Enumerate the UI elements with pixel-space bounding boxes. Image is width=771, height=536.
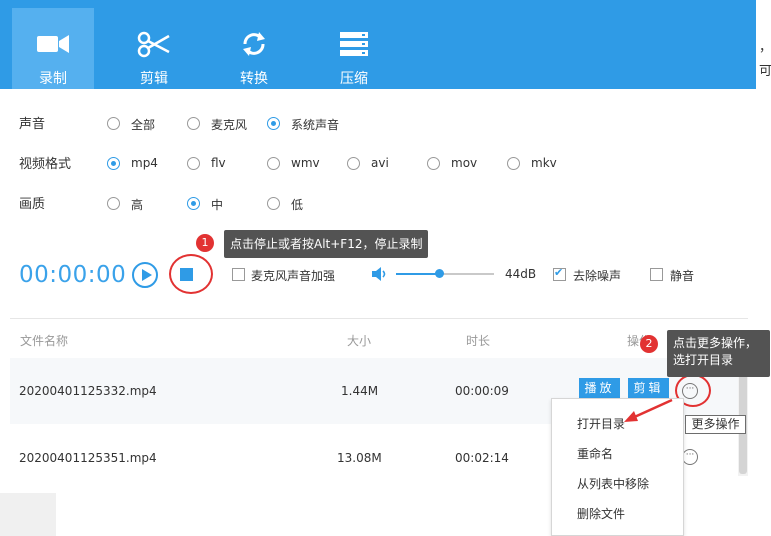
tab-convert[interactable]: 转换 [213, 8, 295, 89]
menu-item-open-folder[interactable]: 打开目录 [577, 415, 625, 432]
radio-button-selected[interactable] [107, 157, 120, 170]
radio-button[interactable] [107, 197, 120, 210]
volume-value: 44dB [505, 267, 537, 281]
speaker-icon[interactable] [371, 266, 389, 282]
top-nav-bar: 录制 剪辑 转换 压缩 [0, 0, 756, 89]
background-text: ， [759, 40, 771, 55]
radio-button[interactable] [507, 157, 520, 170]
file-name-cell: 20200401125332.mp4 [19, 384, 157, 398]
section-divider [10, 318, 748, 319]
radio-button[interactable] [347, 157, 360, 170]
play-file-button[interactable]: 播放 [579, 378, 620, 398]
format-label: 视频格式 [19, 157, 72, 172]
radio-button[interactable] [427, 157, 440, 170]
mute-label: 静音 [670, 269, 695, 283]
play-button[interactable] [132, 262, 158, 288]
mic-boost-label: 麦克风声音加强 [251, 269, 336, 283]
more-hint-line1: 点击更多操作， [673, 336, 758, 350]
header-duration: 时长 [466, 334, 491, 348]
annotation-badge-1: 1 [196, 234, 214, 252]
background-text: 可 [759, 64, 771, 79]
mute-checkbox[interactable] [650, 268, 663, 281]
video-camera-icon [37, 35, 69, 53]
header-file-name: 文件名称 [20, 334, 69, 348]
menu-item-rename[interactable]: 重命名 [577, 445, 613, 462]
tab-record-label: 录制 [39, 71, 67, 87]
file-size-cell: 1.44M [341, 384, 379, 398]
radio-button[interactable] [107, 117, 120, 130]
file-name-cell: 20200401125351.mp4 [19, 451, 157, 465]
radio-button[interactable] [187, 157, 200, 170]
volume-slider-fill [396, 273, 440, 275]
audio-label: 声音 [19, 117, 46, 132]
menu-item-remove-from-list[interactable]: 从列表中移除 [577, 475, 649, 492]
menu-item-delete-file[interactable]: 删除文件 [577, 505, 625, 522]
scissors-icon [137, 31, 170, 58]
more-hint-tooltip: 点击更多操作， 选打开目录 [667, 330, 770, 377]
more-hint-line2: 选打开目录 [673, 353, 734, 367]
radio-button-selected[interactable] [187, 197, 200, 210]
annotation-arrow-icon [624, 398, 673, 422]
more-actions-tooltip: 更多操作 [685, 415, 746, 434]
more-actions-icon[interactable]: ··· [682, 449, 698, 465]
tab-compress[interactable]: 压缩 [313, 8, 395, 89]
volume-slider[interactable] [396, 269, 494, 278]
volume-slider-knob[interactable] [435, 269, 445, 278]
tab-compress-label: 压缩 [340, 71, 368, 87]
file-duration-cell: 00:00:09 [455, 384, 509, 398]
stop-hint-tooltip: 点击停止或者按Alt+F12，停止录制 [224, 230, 429, 258]
edit-file-button[interactable]: 剪辑 [628, 378, 669, 398]
file-size-cell: 13.08M [337, 451, 382, 465]
background-area [0, 493, 56, 536]
compress-icon [340, 32, 368, 56]
quality-label: 画质 [19, 197, 46, 212]
tab-convert-label: 转换 [240, 71, 268, 87]
denoise-label: 去除噪声 [573, 269, 622, 283]
denoise-checkbox[interactable] [553, 266, 566, 281]
radio-button[interactable] [187, 117, 200, 130]
tab-edit-label: 剪辑 [140, 71, 168, 87]
tab-record[interactable]: 录制 [12, 8, 94, 89]
radio-button[interactable] [267, 157, 280, 170]
radio-button[interactable] [267, 197, 280, 210]
file-duration-cell: 00:02:14 [455, 451, 509, 465]
radio-button-selected[interactable] [267, 117, 280, 130]
annotation-badge-2: 2 [640, 335, 658, 353]
mic-boost-checkbox[interactable] [232, 268, 245, 281]
stop-button[interactable] [180, 268, 193, 281]
record-timer: 00:00:00 [19, 262, 127, 288]
tab-edit[interactable]: 剪辑 [113, 8, 195, 89]
convert-icon [243, 32, 265, 56]
background-window-edge: ， 可 [756, 0, 771, 493]
header-size: 大小 [347, 334, 372, 348]
